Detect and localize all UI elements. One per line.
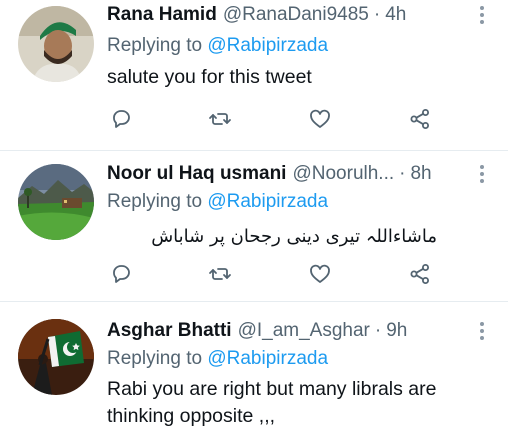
retweet-icon[interactable] — [205, 104, 235, 134]
more-icon[interactable] — [472, 3, 492, 27]
timestamp[interactable]: 4h — [385, 3, 406, 27]
separator-dot: · — [374, 320, 382, 341]
tweet-3[interactable]: Asghar Bhatti @I_am_Asghar · 9h Replying… — [0, 302, 508, 443]
avatar-man-green-cap-icon — [18, 6, 94, 82]
user-handle[interactable]: @I_am_Asghar — [238, 319, 370, 343]
tweet-header: Asghar Bhatti @I_am_Asghar · 9h — [107, 319, 407, 343]
separator-dot: · — [399, 163, 406, 184]
reply-icon[interactable] — [106, 259, 136, 289]
reply-icon[interactable] — [106, 104, 136, 134]
display-name[interactable]: Noor ul Haq usmani — [107, 162, 286, 186]
tweet-1[interactable]: Rana Hamid @RanaDani9485 · 4h Replying t… — [0, 0, 508, 150]
more-icon[interactable] — [472, 162, 492, 186]
display-name[interactable]: Asghar Bhatti — [107, 319, 232, 343]
replying-to: Replying to @Rabipirzada — [107, 34, 328, 58]
tweet-text: ماشاءاللہ تیری دینی رجحان پر شاباش — [151, 226, 437, 247]
share-icon[interactable] — [405, 259, 435, 289]
mention-link[interactable]: @Rabipirzada — [207, 35, 328, 56]
timestamp[interactable]: 9h — [386, 319, 407, 343]
user-handle[interactable]: @Noorulh... — [292, 162, 394, 186]
avatar[interactable] — [18, 164, 94, 240]
tweet-text: salute you for this tweet — [107, 66, 312, 88]
retweet-icon[interactable] — [205, 259, 235, 289]
tweet-header: Noor ul Haq usmani @Noorulh... · 8h — [107, 162, 432, 186]
user-handle[interactable]: @RanaDani9485 — [223, 3, 369, 27]
replying-to-label: Replying to — [107, 191, 203, 212]
tweet-header: Rana Hamid @RanaDani9485 · 4h — [107, 3, 406, 27]
tweet-2[interactable]: Noor ul Haq usmani @Noorulh... · 8h Repl… — [0, 151, 508, 301]
timestamp[interactable]: 8h — [410, 162, 431, 186]
mention-link[interactable]: @Rabipirzada — [207, 348, 328, 369]
avatar-landscape-icon — [18, 164, 94, 240]
tweet-text: Rabi you are right but many librals are … — [107, 378, 437, 427]
replying-to: Replying to @Rabipirzada — [107, 347, 328, 371]
replying-to-label: Replying to — [107, 348, 203, 369]
replying-to-label: Replying to — [107, 35, 203, 56]
share-icon[interactable] — [405, 104, 435, 134]
tweet-actions — [0, 104, 508, 134]
separator-dot: · — [373, 4, 381, 25]
more-icon[interactable] — [472, 319, 492, 343]
replying-to: Replying to @Rabipirzada — [107, 190, 328, 214]
avatar[interactable] — [18, 319, 94, 395]
display-name[interactable]: Rana Hamid — [107, 3, 217, 27]
avatar[interactable] — [18, 6, 94, 82]
mention-link[interactable]: @Rabipirzada — [207, 191, 328, 212]
like-icon[interactable] — [305, 259, 335, 289]
avatar-pakistan-flag-icon — [18, 319, 94, 395]
like-icon[interactable] — [305, 104, 335, 134]
tweet-actions — [0, 259, 508, 289]
